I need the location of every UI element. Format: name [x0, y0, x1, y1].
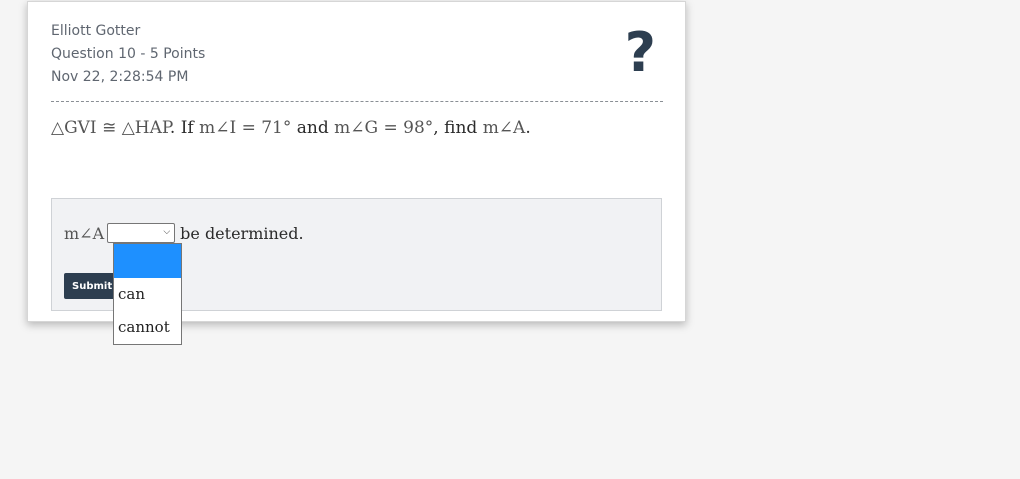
text-end: . [525, 118, 531, 138]
option-cannot[interactable]: cannot [114, 311, 181, 344]
answer-select[interactable]: ⌵ [107, 223, 176, 243]
triangle-gvi: △GVI [51, 118, 97, 138]
text-if: . If [169, 118, 200, 138]
answer-prefix: m∠A [64, 223, 105, 243]
option-empty[interactable] [114, 244, 181, 278]
text-find: , find [433, 118, 483, 138]
text-and: and [291, 118, 335, 138]
select-dropdown: can cannot [113, 243, 182, 345]
answer-row: m∠A ⌵ be determined. [64, 223, 304, 243]
congruent-symbol: ≅ [102, 118, 117, 138]
timestamp: Nov 22, 2:28:54 PM [51, 69, 189, 85]
question-info: Question 10 - 5 Points [51, 46, 206, 62]
question-meta: Elliott Gotter Question 10 - 5 Points No… [51, 20, 205, 89]
help-icon[interactable]: ? [625, 26, 656, 80]
triangle-hap: △HAP [121, 118, 170, 138]
student-name: Elliott Gotter [51, 23, 141, 39]
angle-a: m∠A [482, 118, 526, 138]
angle-i: m∠I = 71° [199, 118, 292, 138]
divider [51, 101, 663, 102]
question-text: △GVI ≅ △HAP. If m∠I = 71° and m∠G = 98°,… [51, 118, 663, 138]
angle-g: m∠G = 98° [334, 118, 434, 138]
answer-suffix: be determined. [180, 223, 304, 243]
option-can[interactable]: can [114, 278, 181, 311]
chevron-down-icon: ⌵ [163, 227, 171, 237]
